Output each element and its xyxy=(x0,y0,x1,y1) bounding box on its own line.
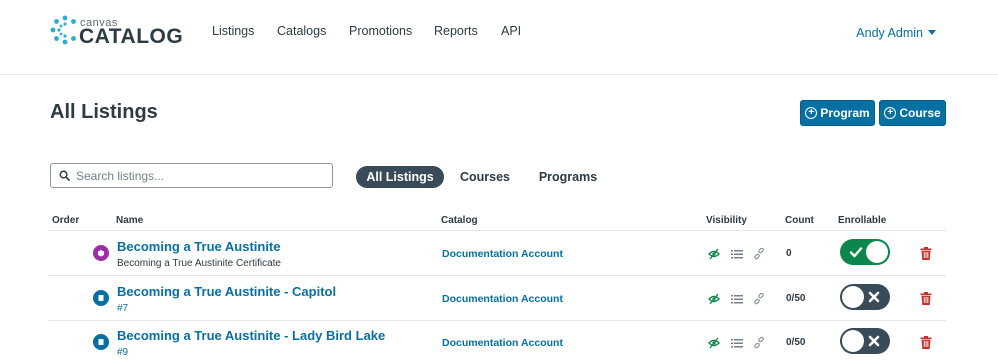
search-icon xyxy=(59,170,70,181)
close-icon xyxy=(868,291,880,303)
nav-item-catalogs[interactable]: Catalogs xyxy=(277,24,326,38)
add-course-button[interactable]: + Course xyxy=(879,100,946,126)
user-name: Andy Admin xyxy=(856,26,923,40)
nav-item-reports[interactable]: Reports xyxy=(434,24,478,38)
catalog-link[interactable]: Documentation Account xyxy=(442,248,563,260)
eye-visible-icon[interactable] xyxy=(708,248,720,260)
user-menu[interactable]: Andy Admin xyxy=(856,26,936,40)
link-icon[interactable] xyxy=(753,248,765,260)
listing-name-link[interactable]: Becoming a True Austinite - Capitol xyxy=(117,284,336,299)
enrollment-count: 0/50 xyxy=(786,293,806,304)
toggle-knob xyxy=(866,241,888,263)
trash-icon[interactable] xyxy=(920,336,932,349)
plus-circle-icon: + xyxy=(884,107,897,119)
column-header-visibility: Visibility xyxy=(706,215,747,226)
trash-icon[interactable] xyxy=(920,247,932,260)
listing-subtitle: #7 xyxy=(117,303,129,314)
column-header-name[interactable]: Name xyxy=(116,215,143,226)
page-title: All Listings xyxy=(50,101,158,123)
enrollable-toggle[interactable] xyxy=(840,328,890,354)
toggle-knob xyxy=(842,330,864,352)
check-icon xyxy=(849,247,863,258)
trash-icon[interactable] xyxy=(920,292,932,305)
program-type-icon xyxy=(93,245,109,261)
table-row: Becoming a True Austinite - Capitol #7 D… xyxy=(0,276,998,320)
list-icon[interactable] xyxy=(731,337,743,349)
enrollment-count: 0/50 xyxy=(786,337,806,348)
plus-circle-icon: + xyxy=(805,107,818,119)
link-icon[interactable] xyxy=(753,293,765,305)
nav-item-api[interactable]: API xyxy=(501,24,521,38)
tab-programs[interactable]: Programs xyxy=(528,166,608,188)
nav-item-listings[interactable]: Listings xyxy=(212,24,254,38)
brand-logo[interactable]: canvas CATALOG xyxy=(50,15,185,49)
listing-name-link[interactable]: Becoming a True Austinite - Lady Bird La… xyxy=(117,328,385,343)
listing-name-link[interactable]: Becoming a True Austinite xyxy=(117,239,281,254)
top-header: canvas CATALOG Listings Catalogs Promoti… xyxy=(0,0,998,75)
enrollment-count: 0 xyxy=(786,248,792,259)
column-header-count[interactable]: Count xyxy=(785,215,814,226)
list-icon[interactable] xyxy=(731,248,743,260)
nav-item-promotions[interactable]: Promotions xyxy=(349,24,412,38)
add-program-button[interactable]: + Program xyxy=(800,100,875,126)
close-icon xyxy=(868,335,880,347)
enrollable-toggle[interactable] xyxy=(840,239,890,265)
catalog-link[interactable]: Documentation Account xyxy=(442,293,563,305)
caret-down-icon xyxy=(928,30,936,35)
tab-courses[interactable]: Courses xyxy=(450,166,520,188)
eye-visible-icon[interactable] xyxy=(708,293,720,305)
add-course-label: Course xyxy=(899,106,941,120)
listing-subtitle: Becoming a True Austinite Certificate xyxy=(117,258,281,269)
column-header-catalog[interactable]: Catalog xyxy=(441,215,478,226)
column-header-enrollable: Enrollable xyxy=(838,215,887,226)
eye-visible-icon[interactable] xyxy=(708,337,720,349)
listing-subtitle: #9 xyxy=(117,347,129,358)
table-row: Becoming a True Austinite Becoming a Tru… xyxy=(0,231,998,275)
tab-all-listings[interactable]: All Listings xyxy=(356,166,444,188)
canvas-logo-icon xyxy=(50,15,76,45)
course-type-icon xyxy=(93,334,109,350)
table-row: Becoming a True Austinite - Lady Bird La… xyxy=(0,320,998,364)
search-input[interactable] xyxy=(76,168,316,183)
search-box xyxy=(50,163,333,188)
add-program-label: Program xyxy=(820,106,870,120)
enrollable-toggle[interactable] xyxy=(840,284,890,310)
link-icon[interactable] xyxy=(753,337,765,349)
column-header-order[interactable]: Order xyxy=(52,215,79,226)
list-icon[interactable] xyxy=(731,293,743,305)
catalog-link[interactable]: Documentation Account xyxy=(442,337,563,349)
toggle-knob xyxy=(842,286,864,308)
course-type-icon xyxy=(93,290,109,306)
brand-big-text: CATALOG xyxy=(79,25,184,48)
